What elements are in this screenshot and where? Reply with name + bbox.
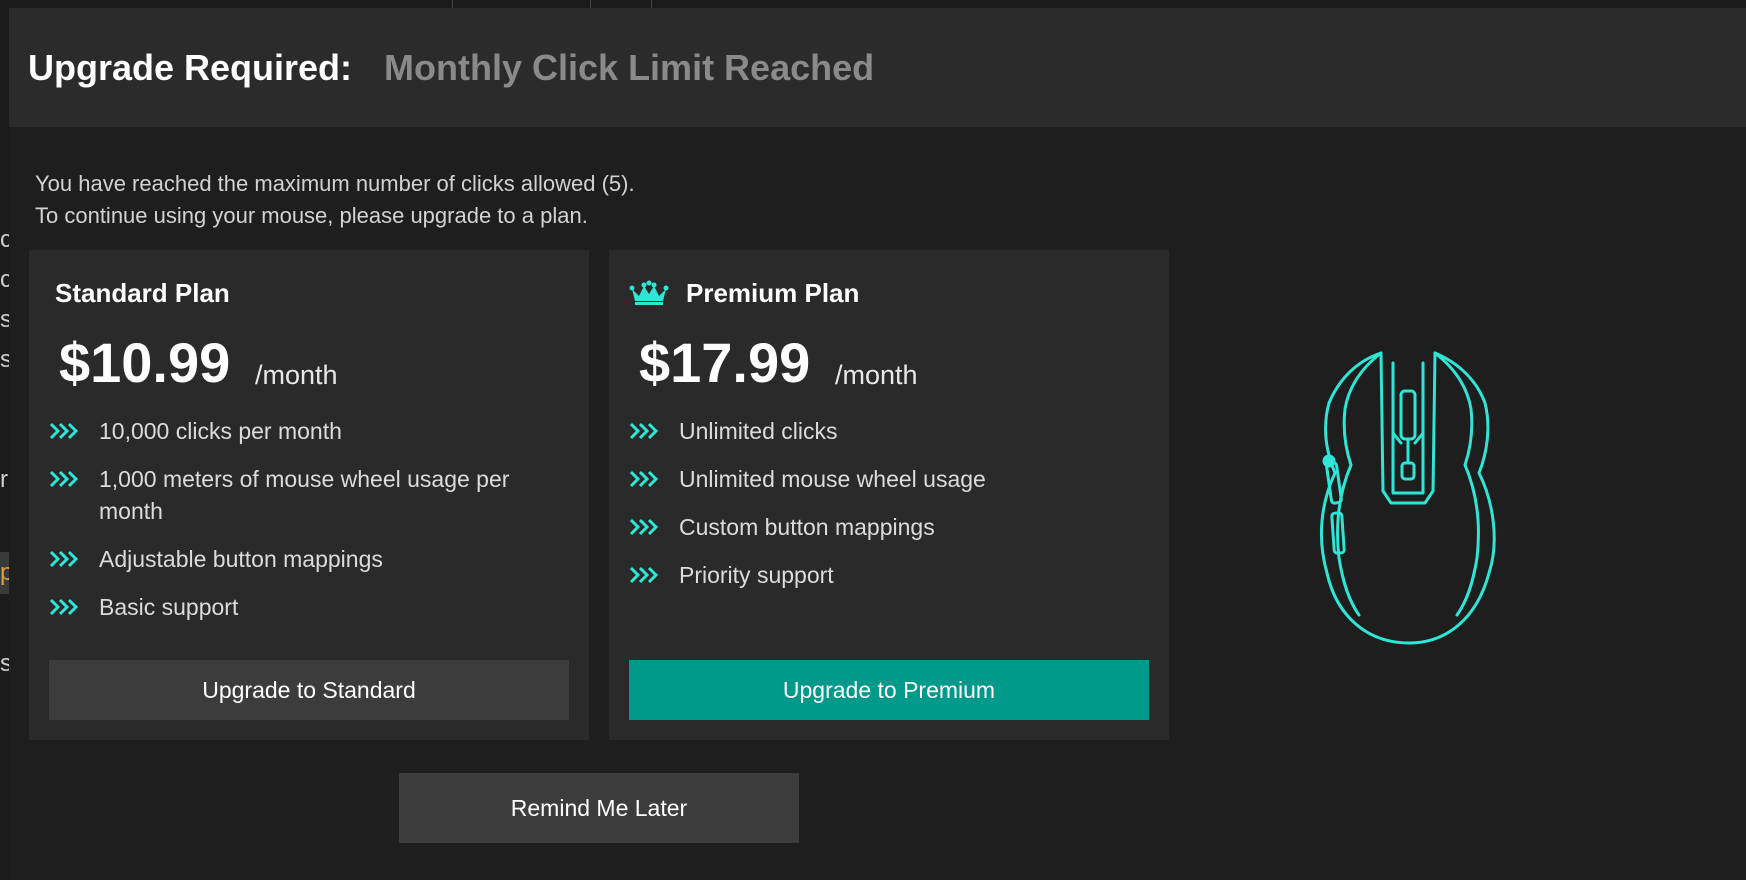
crown-icon bbox=[629, 280, 669, 305]
dialog-subtitle: Monthly Click Limit Reached bbox=[384, 46, 875, 88]
triple-chevron-icon bbox=[49, 598, 79, 616]
triple-chevron-icon bbox=[629, 566, 659, 584]
premium-plan-period: /month bbox=[835, 360, 918, 390]
feature-item: 1,000 meters of mouse wheel usage per mo… bbox=[49, 463, 569, 527]
background-selected-item: p bbox=[0, 552, 9, 594]
background-text-fragment: c bbox=[0, 266, 9, 293]
feature-text: Priority support bbox=[679, 562, 834, 588]
triple-chevron-icon bbox=[629, 518, 659, 536]
limit-message: You have reached the maximum number of c… bbox=[35, 168, 635, 232]
message-line-2: To continue using your mouse, please upg… bbox=[35, 203, 588, 228]
mouse-icon bbox=[1319, 351, 1496, 645]
dialog-title: Upgrade Required: bbox=[28, 46, 353, 88]
feature-text: Unlimited clicks bbox=[679, 418, 838, 444]
feature-item: 10,000 clicks per month bbox=[49, 415, 569, 447]
background-column-header bbox=[452, 0, 652, 8]
upgrade-standard-button[interactable]: Upgrade to Standard bbox=[49, 660, 569, 720]
background-divider bbox=[590, 0, 591, 8]
feature-text: Unlimited mouse wheel usage bbox=[679, 466, 986, 492]
background-text-fragment: s bbox=[0, 650, 9, 677]
triple-chevron-icon bbox=[49, 470, 79, 488]
feature-item: Unlimited mouse wheel usage bbox=[629, 463, 1149, 495]
upgrade-dialog: Upgrade Required: Monthly Click Limit Re… bbox=[9, 8, 1746, 880]
feature-text: 10,000 clicks per month bbox=[99, 418, 342, 444]
background-text-fragment: s bbox=[0, 306, 9, 333]
background-text-fragment: s bbox=[0, 346, 9, 373]
premium-plan-title: Premium Plan bbox=[686, 278, 860, 308]
triple-chevron-icon bbox=[629, 422, 659, 440]
feature-item: Priority support bbox=[629, 559, 1149, 591]
standard-plan-title: Standard Plan bbox=[55, 278, 230, 308]
upgrade-premium-button[interactable]: Upgrade to Premium bbox=[629, 660, 1149, 720]
dialog-header: Upgrade Required: Monthly Click Limit Re… bbox=[9, 8, 1746, 127]
feature-item: Adjustable button mappings bbox=[49, 543, 569, 575]
premium-plan-price: $17.99 bbox=[639, 331, 811, 394]
standard-plan-price: $10.99 bbox=[59, 331, 231, 394]
feature-text: 1,000 meters of mouse wheel usage per mo… bbox=[99, 466, 510, 524]
feature-item: Unlimited clicks bbox=[629, 415, 1149, 447]
message-line-1: You have reached the maximum number of c… bbox=[35, 171, 635, 196]
background-text-fragment: r bbox=[0, 466, 8, 493]
feature-item: Basic support bbox=[49, 591, 569, 623]
feature-text: Custom button mappings bbox=[679, 514, 935, 540]
triple-chevron-icon bbox=[629, 470, 659, 488]
premium-plan-card: Premium Plan $17.99 /month Unlimited cli… bbox=[609, 250, 1169, 740]
triple-chevron-icon bbox=[49, 422, 79, 440]
standard-plan-period: /month bbox=[255, 360, 338, 390]
background-text-fragment: c bbox=[0, 226, 9, 253]
triple-chevron-icon bbox=[49, 550, 79, 568]
premium-feature-list: Unlimited clicks Unlimited mouse wheel u… bbox=[629, 415, 1149, 607]
standard-plan-card: Standard Plan $10.99 /month 10,000 click… bbox=[29, 250, 589, 740]
standard-feature-list: 10,000 clicks per month 1,000 meters of … bbox=[49, 415, 569, 639]
feature-item: Custom button mappings bbox=[629, 511, 1149, 543]
remind-me-later-button[interactable]: Remind Me Later bbox=[399, 773, 799, 843]
feature-text: Adjustable button mappings bbox=[99, 546, 383, 572]
feature-text: Basic support bbox=[99, 594, 239, 620]
